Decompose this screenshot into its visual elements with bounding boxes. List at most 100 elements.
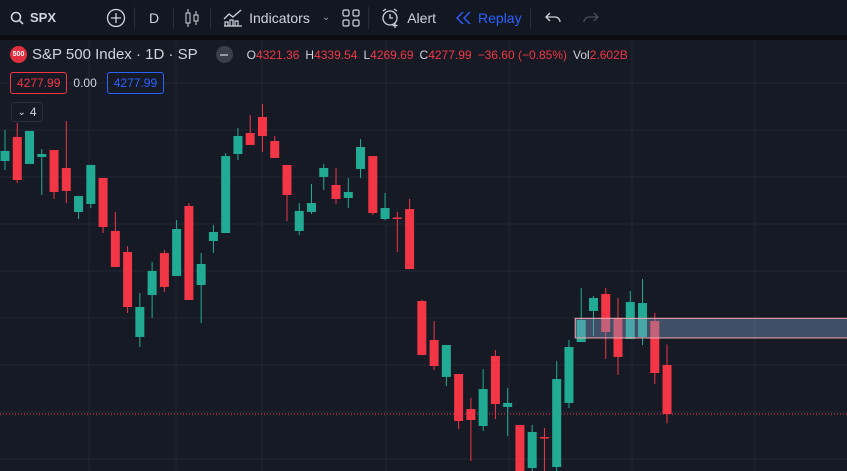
alarm-clock-icon	[382, 7, 398, 28]
interval-label: D	[149, 9, 160, 26]
candle-body	[368, 156, 378, 213]
change-value: −36.60 (−0.85%)	[477, 47, 567, 62]
plus-circle-icon	[106, 8, 126, 27]
candle-body	[86, 164, 96, 204]
candle-body	[331, 184, 341, 199]
candle-body	[490, 356, 500, 404]
candle-body	[25, 130, 35, 164]
candle-body	[515, 424, 525, 471]
candle-body	[429, 340, 439, 366]
rectangle-drawing	[574, 317, 847, 339]
candle-body	[245, 132, 255, 145]
candle-body	[417, 301, 427, 356]
candle-body	[147, 270, 157, 296]
candle-body	[221, 156, 231, 233]
candlestick-chart[interactable]	[0, 40, 847, 471]
symbol-title[interactable]: S&P 500 Index · 1D · SP	[32, 46, 198, 63]
candle-body	[343, 191, 353, 198]
candle-body	[478, 389, 488, 426]
candle-body	[307, 203, 316, 212]
candle-body	[123, 251, 133, 308]
candle-body	[270, 141, 280, 158]
candle-body	[196, 263, 206, 285]
buy-price-button[interactable]: 4277.99	[106, 72, 165, 94]
open-label: O	[246, 47, 256, 62]
collapse-indicators-button[interactable]: ⌄ 4	[11, 102, 43, 122]
chevron-down-icon: ⌄	[17, 106, 26, 118]
candle-body	[380, 208, 390, 219]
candle-body	[392, 217, 402, 220]
candle-body	[74, 196, 84, 212]
indicators-icon	[223, 9, 243, 27]
candle-body	[552, 378, 562, 468]
replay-label: Replay	[478, 9, 522, 26]
candle-body	[282, 164, 292, 196]
candle-body	[172, 229, 182, 277]
indicator-count: 4	[29, 105, 37, 119]
candle-body	[466, 409, 476, 420]
candle-body	[588, 297, 598, 311]
candle-body	[98, 177, 108, 228]
indicators-button[interactable]: Indicators	[211, 0, 318, 35]
candle-body	[441, 344, 451, 377]
trade-prices: 4277.99 0.00 4277.99	[10, 72, 165, 94]
candle-body	[405, 209, 415, 270]
candle-body	[662, 365, 672, 415]
undo-icon	[544, 12, 561, 22]
indicators-label: Indicators	[249, 9, 310, 26]
candle-body	[12, 136, 22, 180]
candle-body	[159, 252, 169, 288]
candle-body	[503, 402, 513, 408]
candle-body	[539, 437, 549, 439]
candle-body	[49, 150, 59, 192]
candle-body	[564, 347, 574, 403]
volume-value: 2.602B	[589, 47, 628, 62]
chevron-down-icon: ⌄	[321, 12, 331, 23]
redo-icon	[582, 12, 599, 22]
candle-body	[319, 168, 329, 177]
candle-body	[356, 147, 366, 170]
grid-icon	[342, 8, 360, 27]
replay-icon	[456, 11, 471, 24]
undo-button[interactable]	[531, 0, 575, 35]
interval-button[interactable]: D	[135, 0, 173, 35]
high-label: H	[305, 47, 315, 62]
layouts-button[interactable]	[334, 0, 368, 35]
hide-legend-button[interactable]	[215, 46, 233, 63]
redo-button[interactable]	[575, 0, 607, 35]
candle-body	[257, 116, 267, 137]
spread-value: 0.00	[73, 76, 97, 90]
candle-body	[233, 136, 243, 155]
candle-body	[0, 150, 10, 162]
candle-body	[208, 231, 218, 242]
alert-button[interactable]: Alert	[369, 0, 444, 35]
candle-body	[61, 168, 71, 191]
candle-body	[527, 431, 537, 469]
close-label: C	[419, 47, 429, 62]
open-value: 4321.36	[256, 47, 300, 62]
indicators-dropdown[interactable]: ⌄	[318, 0, 334, 35]
low-value: 4269.69	[370, 47, 414, 62]
ohlc-values: O4321.36 H4339.54 L4269.69 C4277.99 −36.…	[247, 48, 628, 62]
symbol-legend: 500 S&P 500 Index · 1D · SP O4321.36 H43…	[10, 46, 628, 63]
close-value: 4277.99	[428, 47, 472, 62]
candle-body	[135, 307, 145, 337]
replay-button[interactable]: Replay	[444, 0, 530, 35]
compare-button[interactable]	[98, 0, 134, 35]
sell-price-button[interactable]: 4277.99	[10, 72, 68, 94]
chart-pane[interactable]	[0, 40, 847, 471]
candle-body	[454, 374, 464, 422]
search-icon	[10, 11, 24, 25]
sp500-logo: 500	[10, 46, 27, 63]
chart-type-button[interactable]	[174, 0, 210, 35]
top-toolbar: SPX D Indicators ⌄ Alert Replay	[0, 0, 847, 35]
candle-body	[184, 205, 194, 300]
high-value: 4339.54	[314, 47, 358, 62]
volume-label: Vol	[573, 47, 590, 62]
alert-label: Alert	[407, 9, 437, 26]
candle-body	[37, 154, 47, 157]
symbol-search[interactable]: SPX	[0, 0, 90, 35]
candles-icon	[185, 8, 199, 27]
candle-body	[294, 210, 304, 231]
minus-icon	[220, 53, 229, 56]
